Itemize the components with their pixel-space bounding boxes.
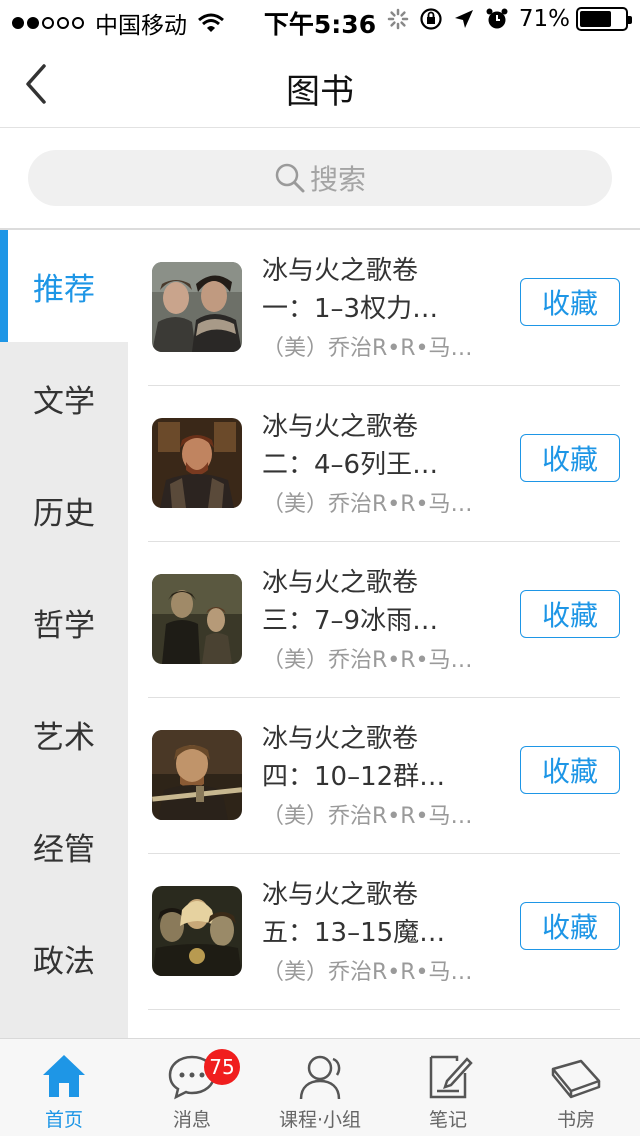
book-author: （美）乔治R•R•马… xyxy=(262,336,473,361)
tab-courses-groups[interactable]: 课程·小组 xyxy=(256,1039,384,1136)
battery-percent: 71% xyxy=(518,6,570,32)
book-cover xyxy=(152,262,242,352)
status-right: 71% xyxy=(377,6,632,32)
tab-home[interactable]: 首页 xyxy=(0,1039,128,1136)
category-history[interactable]: 历史 xyxy=(0,454,128,566)
search-input[interactable]: 搜索 xyxy=(28,150,612,206)
book-author: （美）乔治R•R•马… xyxy=(262,804,473,829)
book-item[interactable]: 冰与火之歌卷 五：13–15魔… （美）乔治R•R•马… 收藏 xyxy=(128,854,640,1010)
book-title-line1: 冰与火之歌卷 xyxy=(262,568,419,598)
book-title: 冰与火之歌卷 四：10–12群… xyxy=(262,720,502,796)
book-title-line2: 一：1–3权力… xyxy=(262,294,439,324)
book-title-line1: 冰与火之歌卷 xyxy=(262,412,419,442)
book-cover xyxy=(152,418,242,508)
bookshelf-icon xyxy=(551,1059,601,1099)
book-author: （美）乔治R•R•马… xyxy=(262,960,473,985)
book-title-line2: 四：10–12群… xyxy=(262,762,446,792)
category-philosophy[interactable]: 哲学 xyxy=(0,566,128,678)
tab-label: 首页 xyxy=(44,1109,83,1131)
note-icon xyxy=(429,1055,473,1099)
book-item[interactable]: 冰与火之歌卷 一：1–3权力… （美）乔治R•R•马… 收藏 xyxy=(128,230,640,386)
book-item[interactable]: 冰与火之歌卷 四：10–12群… （美）乔治R•R•马… 收藏 xyxy=(128,698,640,854)
search-section: 搜索 xyxy=(0,128,640,230)
favorite-button[interactable]: 收藏 xyxy=(520,434,620,482)
book-title: 冰与火之歌卷 五：13–15魔… xyxy=(262,876,502,952)
location-arrow-icon xyxy=(454,10,473,28)
category-sidebar: 推荐 文学 历史 哲学 艺术 经管 政法 xyxy=(0,230,128,1038)
tab-notes[interactable]: 笔记 xyxy=(384,1039,512,1136)
book-cover xyxy=(152,886,242,976)
book-title: 冰与火之歌卷 三：7–9冰雨… xyxy=(262,564,502,640)
book-title-line2: 二：4–6列王… xyxy=(262,450,439,480)
favorite-button[interactable]: 收藏 xyxy=(520,590,620,638)
status-bar: 中国移动 下午5:36 71% xyxy=(0,0,640,40)
book-author: （美）乔治R•R•马… xyxy=(262,648,473,673)
navigation-bar: 图书 xyxy=(0,40,640,128)
tab-bar: 首页 75 消息 课程·小组 笔记 书房 xyxy=(0,1038,640,1136)
tab-label: 课程·小组 xyxy=(278,1109,362,1131)
divider xyxy=(148,1009,620,1010)
book-title-line2: 五：13–15魔… xyxy=(262,918,446,948)
search-icon xyxy=(275,163,305,193)
book-cover xyxy=(152,574,242,664)
home-icon xyxy=(43,1055,85,1097)
book-title-line2: 三：7–9冰雨… xyxy=(262,606,439,636)
category-economics[interactable]: 经管 xyxy=(0,790,128,902)
tab-label: 书房 xyxy=(556,1109,595,1131)
book-author: （美）乔治R•R•马… xyxy=(262,492,473,517)
book-cover xyxy=(152,730,242,820)
category-politics-law[interactable]: 政法 xyxy=(0,902,128,1014)
favorite-button[interactable]: 收藏 xyxy=(520,746,620,794)
people-icon xyxy=(299,1055,341,1100)
book-title: 冰与火之歌卷 二：4–6列王… xyxy=(262,408,502,484)
tab-study[interactable]: 书房 xyxy=(512,1039,640,1136)
book-list: 冰与火之歌卷 一：1–3权力… （美）乔治R•R•马… 收藏 冰与火之歌卷 二：… xyxy=(128,230,640,1038)
tab-label: 消息 xyxy=(172,1109,211,1131)
tab-messages[interactable]: 75 消息 xyxy=(128,1039,256,1136)
book-title: 冰与火之歌卷 一：1–3权力… xyxy=(262,252,502,328)
page-title: 图书 xyxy=(286,72,354,112)
battery-icon xyxy=(576,7,632,31)
unread-badge: 75 xyxy=(204,1049,240,1085)
book-title-line1: 冰与火之歌卷 xyxy=(262,256,419,286)
book-title-line1: 冰与火之歌卷 xyxy=(262,724,419,754)
orientation-lock-icon xyxy=(420,8,442,30)
book-item[interactable]: 冰与火之歌卷 二：4–6列王… （美）乔治R•R•马… 收藏 xyxy=(128,386,640,542)
alarm-clock-icon xyxy=(486,8,508,29)
category-art[interactable]: 艺术 xyxy=(0,678,128,790)
favorite-button[interactable]: 收藏 xyxy=(520,278,620,326)
book-item[interactable]: 冰与火之歌卷 三：7–9冰雨… （美）乔治R•R•马… 收藏 xyxy=(128,542,640,698)
favorite-button[interactable]: 收藏 xyxy=(520,902,620,950)
category-literature[interactable]: 文学 xyxy=(0,342,128,454)
category-recommend[interactable]: 推荐 xyxy=(0,230,128,342)
book-title-line1: 冰与火之歌卷 xyxy=(262,880,419,910)
activity-spinner-icon xyxy=(387,8,409,30)
tab-label: 笔记 xyxy=(428,1109,467,1131)
search-placeholder: 搜索 xyxy=(309,163,366,196)
